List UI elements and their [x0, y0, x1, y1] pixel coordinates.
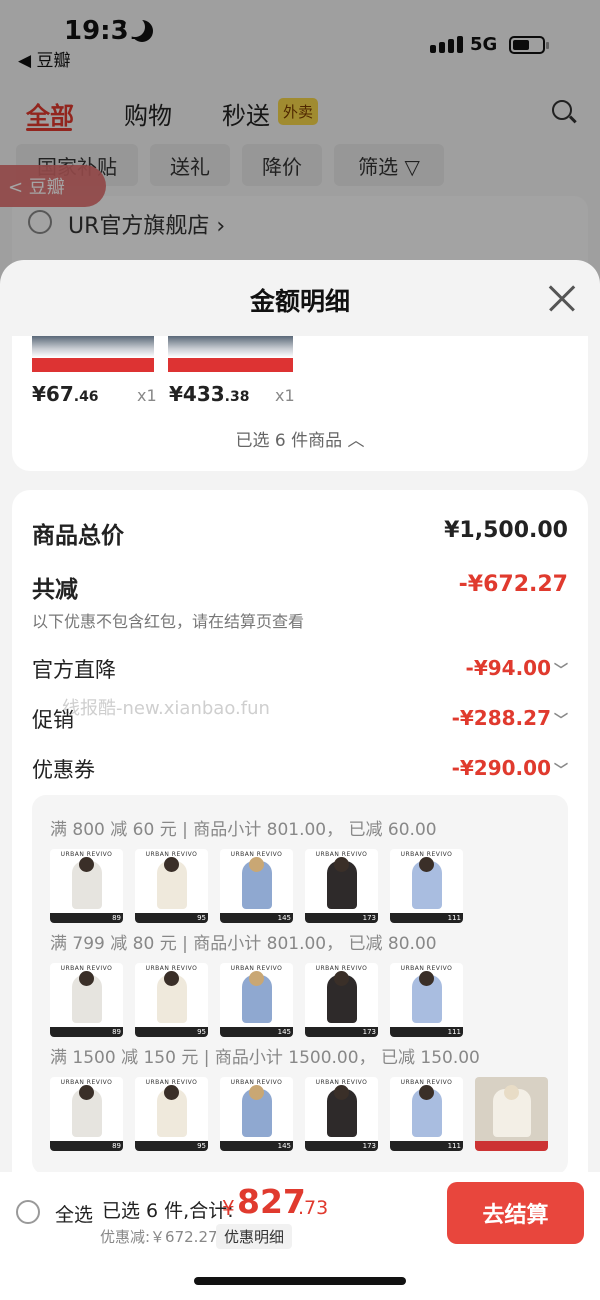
select-all-radio[interactable]	[16, 1200, 40, 1224]
product-thumb[interactable]	[32, 336, 154, 372]
product-thumb[interactable]: URBAN REVIVO 173	[305, 963, 378, 1037]
product-thumb[interactable]: URBAN REVIVO 111	[390, 1077, 463, 1151]
product-qty: x1	[137, 386, 157, 405]
official-discount-label: 官方直降	[32, 658, 116, 682]
selected-count-toggle[interactable]: 已选 6 件商品 ︿	[12, 426, 588, 451]
select-all-label[interactable]: 全选	[55, 1200, 93, 1227]
home-indicator[interactable]	[194, 1277, 406, 1285]
discount-note: 以下优惠不包含红包，请在结算页查看	[32, 612, 305, 631]
product-thumb[interactable]: URBAN REVIVO 89	[50, 1077, 123, 1151]
total-reduce-label: 共减	[32, 577, 78, 603]
checkout-button[interactable]: 去结算	[447, 1182, 584, 1244]
product-thumb[interactable]: URBAN REVIVO 173	[305, 1077, 378, 1151]
promotion-thumbs: URBAN REVIVO 89 URBAN REVIVO 95 URBAN REVI…	[50, 963, 463, 1037]
total-reduce-value: -¥672.27	[458, 572, 568, 597]
product-thumb[interactable]	[168, 336, 293, 372]
promotion-rule: 满 799 减 80 元 | 商品小计 801.00， 已减 80.00	[50, 934, 437, 954]
total-price-label: 商品总价	[32, 523, 124, 549]
total-amount-decimal: .73	[298, 1197, 329, 1219]
product-thumb[interactable]: URBAN REVIVO 145	[220, 963, 293, 1037]
promotion-thumbs: URBAN REVIVO 89 URBAN REVIVO 95 URBAN REVI…	[50, 1077, 548, 1151]
product-thumb[interactable]: URBAN REVIVO 95	[135, 963, 208, 1037]
discount-amount: 优惠减:￥672.27	[100, 1228, 218, 1246]
selected-summary: 已选 6 件,合计:	[102, 1200, 234, 1222]
chevron-down-icon: ﹀	[554, 663, 568, 679]
coupon-label: 优惠券	[32, 758, 95, 782]
product-thumb[interactable]: URBAN REVIVO 89	[50, 849, 123, 923]
chevron-down-icon: ﹀	[554, 763, 568, 779]
close-icon[interactable]	[548, 284, 576, 312]
discount-detail-button[interactable]: 优惠明细	[216, 1224, 293, 1249]
official-discount-row[interactable]: -¥94.00 ﹀	[466, 656, 568, 680]
product-price: ¥433.38	[169, 382, 250, 406]
promotion-thumbs: URBAN REVIVO 89 URBAN REVIVO 95 URBAN REVI…	[50, 849, 463, 923]
promotion-label: 促销	[32, 708, 74, 732]
product-thumb[interactable]: URBAN REVIVO 145	[220, 1077, 293, 1151]
promotion-rule: 满 800 减 60 元 | 商品小计 801.00， 已减 60.00	[50, 820, 437, 840]
currency-symbol: ¥	[222, 1196, 235, 1220]
product-thumb[interactable]: URBAN REVIVO 95	[135, 1077, 208, 1151]
total-amount: 827	[237, 1182, 306, 1221]
promotion-rule: 满 1500 减 150 元 | 商品小计 1500.00， 已减 150.00	[50, 1048, 480, 1068]
product-thumb[interactable]: URBAN REVIVO 111	[390, 849, 463, 923]
sheet-title: 金额明细	[249, 287, 350, 316]
watermark-text: 线报酷-new.xianbao.fun	[62, 698, 270, 719]
product-thumb[interactable]	[475, 1077, 548, 1151]
product-thumb[interactable]: URBAN REVIVO 95	[135, 849, 208, 923]
total-price-value: ¥1,500.00	[444, 518, 568, 543]
promotion-details: 满 800 减 60 元 | 商品小计 801.00， 已减 60.00 URB…	[32, 795, 568, 1175]
product-thumb[interactable]: URBAN REVIVO 89	[50, 963, 123, 1037]
product-thumb[interactable]: URBAN REVIVO 173	[305, 849, 378, 923]
amount-detail-sheet: 金额明细 ¥67.46 x1 ¥433.38 x1 已选 6 件商品 ︿ 商品总…	[0, 260, 600, 1300]
product-thumb[interactable]: URBAN REVIVO 111	[390, 963, 463, 1037]
product-thumb[interactable]: URBAN REVIVO 145	[220, 849, 293, 923]
coupon-row[interactable]: -¥290.00 ﹀	[452, 756, 568, 780]
promotion-row[interactable]: -¥288.27 ﹀	[452, 706, 568, 730]
selected-products-card: ¥67.46 x1 ¥433.38 x1 已选 6 件商品 ︿	[12, 336, 588, 471]
chevron-down-icon: ﹀	[554, 713, 568, 729]
product-price: ¥67.46	[32, 382, 99, 406]
product-qty: x1	[275, 386, 295, 405]
